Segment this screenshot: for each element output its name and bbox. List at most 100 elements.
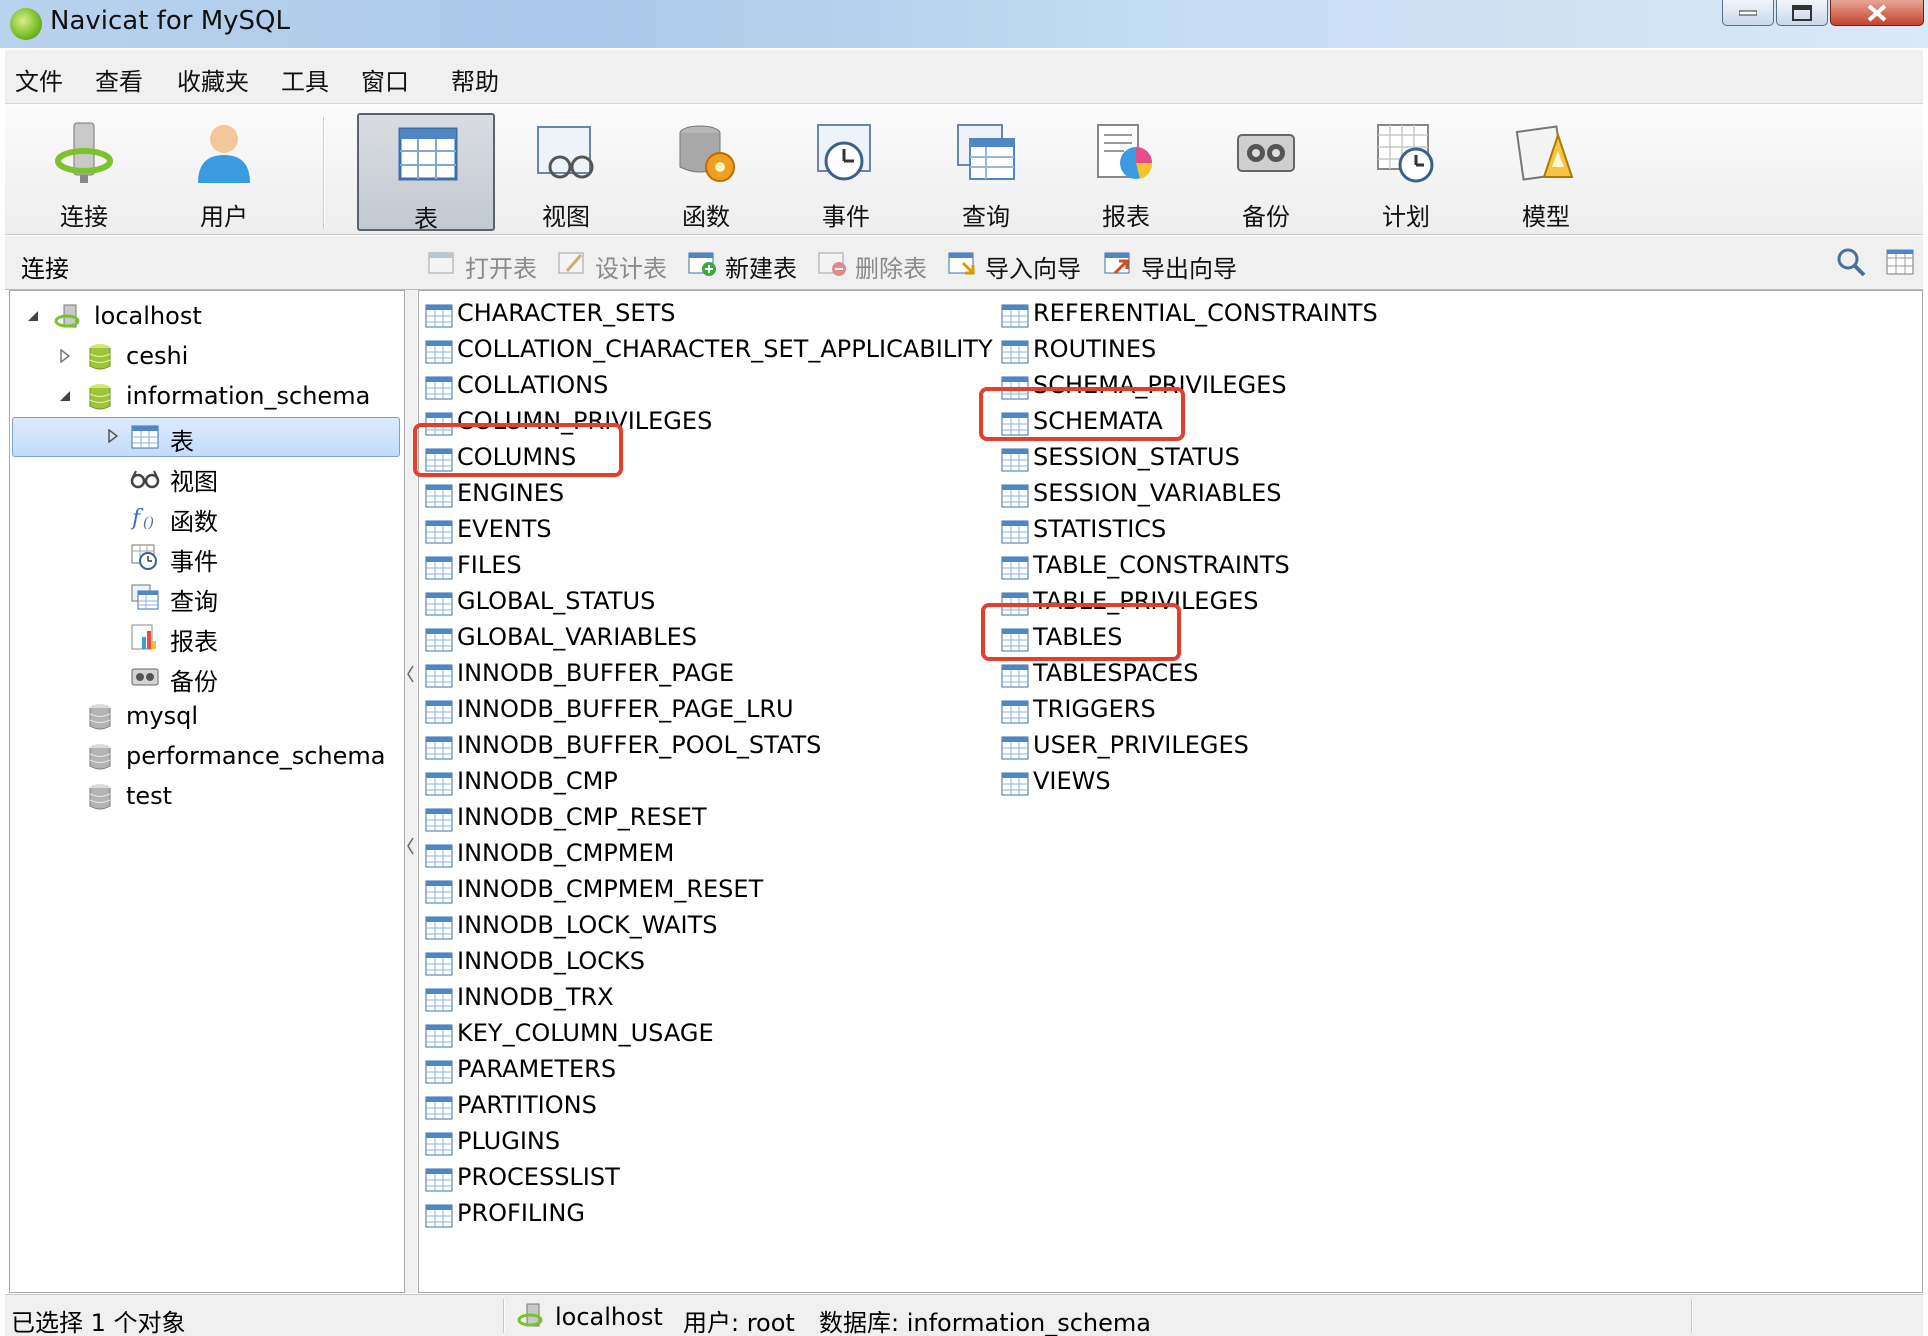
- export-icon: [1104, 252, 1130, 275]
- tree-node-ceshi[interactable]: ceshi: [10, 337, 404, 377]
- table-item-innodb-cmp[interactable]: INNODB_CMP: [421, 767, 618, 801]
- table-item-partitions[interactable]: PARTITIONS: [421, 1091, 597, 1125]
- tree-node-views[interactable]: 视图: [10, 457, 404, 497]
- table-item-collation-character-set-applicability[interactable]: COLLATION_CHARACTER_SET_APPLICABILITY: [421, 335, 993, 369]
- tree-label-events: 事件: [170, 548, 218, 576]
- table-item-routines[interactable]: ROUTINES: [997, 335, 1156, 369]
- table-item-innodb-lock-waits[interactable]: INNODB_LOCK_WAITS: [421, 911, 718, 945]
- table-item-innodb-cmpmem[interactable]: INNODB_CMPMEM: [421, 839, 674, 873]
- expanded-triangle-icon[interactable]: [26, 309, 40, 323]
- delete-table-button[interactable]: 删除表: [817, 249, 927, 283]
- table-item-processlist[interactable]: PROCESSLIST: [421, 1163, 620, 1197]
- connect-button[interactable]: 连接: [15, 113, 153, 231]
- close-button[interactable]: [1830, 0, 1924, 26]
- tree-node-backups[interactable]: 备份: [10, 657, 404, 697]
- expanded-triangle-icon[interactable]: [58, 389, 72, 403]
- tree-node-events[interactable]: 事件: [10, 537, 404, 577]
- table-item-session-variables[interactable]: SESSION_VARIABLES: [997, 479, 1282, 513]
- table-item-events[interactable]: EVENTS: [421, 515, 552, 549]
- design-table-button[interactable]: 设计表: [557, 249, 667, 283]
- query-button[interactable]: 查询: [917, 113, 1055, 231]
- table-item-key-column-usage[interactable]: KEY_COLUMN_USAGE: [421, 1019, 714, 1053]
- table-icon: [1001, 520, 1029, 544]
- search-icon[interactable]: [1835, 246, 1867, 278]
- table-item-engines[interactable]: ENGINES: [421, 479, 564, 513]
- new-table-button[interactable]: 新建表: [687, 249, 797, 283]
- table-button[interactable]: 表: [357, 113, 495, 233]
- table-item-table-constraints[interactable]: TABLE_CONSTRAINTS: [997, 551, 1290, 585]
- backup-button[interactable]: 备份: [1197, 113, 1335, 231]
- tree-node-functions[interactable]: f() 函数: [10, 497, 404, 537]
- table-item-triggers[interactable]: TRIGGERS: [997, 695, 1156, 729]
- table-item-profiling[interactable]: PROFILING: [421, 1199, 585, 1233]
- table-item-views[interactable]: VIEWS: [997, 767, 1111, 801]
- tree-node-performance-schema[interactable]: performance_schema: [10, 737, 404, 777]
- table-item-innodb-buffer-page-lru[interactable]: INNODB_BUFFER_PAGE_LRU: [421, 695, 794, 729]
- close-icon: [1867, 3, 1887, 22]
- table-item-innodb-locks[interactable]: INNODB_LOCKS: [421, 947, 645, 981]
- view-button[interactable]: 视图: [497, 113, 635, 231]
- minimize-button[interactable]: [1722, 0, 1774, 26]
- table-item-character-sets[interactable]: CHARACTER_SETS: [421, 299, 675, 333]
- toolbar-separator: [323, 117, 325, 229]
- table-icon: [425, 952, 453, 976]
- function-button[interactable]: 函数: [637, 113, 775, 231]
- table-item-parameters[interactable]: PARAMETERS: [421, 1055, 616, 1089]
- collapsed-triangle-icon[interactable]: [106, 429, 120, 443]
- table-item-tablespaces[interactable]: TABLESPACES: [997, 659, 1199, 693]
- table-item-innodb-cmpmem-reset[interactable]: INNODB_CMPMEM_RESET: [421, 875, 763, 909]
- event-button[interactable]: 事件: [777, 113, 915, 231]
- table-item-statistics[interactable]: STATISTICS: [997, 515, 1166, 549]
- view-mode-grid-icon[interactable]: [1885, 246, 1917, 278]
- connection-icon: [55, 122, 113, 183]
- user-button[interactable]: 用户: [155, 113, 293, 231]
- open-table-button[interactable]: 打开表: [427, 249, 537, 283]
- table-icon: [1001, 304, 1029, 328]
- title-bar: Navicat for MySQL: [0, 0, 1928, 48]
- tree-node-mysql[interactable]: mysql: [10, 697, 404, 737]
- menu-favorites[interactable]: 收藏夹: [177, 62, 249, 97]
- table-item-collations[interactable]: COLLATIONS: [421, 371, 608, 405]
- table-item-user-privileges[interactable]: USER_PRIVILEGES: [997, 731, 1249, 765]
- table-item-innodb-trx[interactable]: INNODB_TRX: [421, 983, 614, 1017]
- tree-label-performance-schema: performance_schema: [126, 742, 386, 770]
- table-item-label: INNODB_CMPMEM_RESET: [457, 875, 764, 903]
- report-button[interactable]: 报表: [1057, 113, 1195, 231]
- import-wizard-button[interactable]: 导入向导: [947, 249, 1081, 283]
- tree-node-queries[interactable]: 查询: [10, 577, 404, 617]
- table-item-session-status[interactable]: SESSION_STATUS: [997, 443, 1240, 477]
- import-icon: [948, 252, 975, 275]
- table-item-innodb-buffer-page[interactable]: INNODB_BUFFER_PAGE: [421, 659, 734, 693]
- table-item-global-variables[interactable]: GLOBAL_VARIABLES: [421, 623, 697, 657]
- menu-view[interactable]: 查看: [95, 62, 143, 97]
- export-wizard-button[interactable]: 导出向导: [1103, 249, 1237, 283]
- tree-node-test[interactable]: test: [10, 777, 404, 817]
- collapse-arrow-icon[interactable]: [407, 836, 414, 856]
- table-icon: [425, 340, 453, 364]
- collapsed-triangle-icon[interactable]: [58, 349, 72, 363]
- table-item-files[interactable]: FILES: [421, 551, 522, 585]
- menu-tools[interactable]: 工具: [281, 62, 329, 97]
- model-button[interactable]: 模型: [1477, 113, 1615, 231]
- tree-node-information-schema[interactable]: information_schema: [10, 377, 404, 417]
- table-item-label: TABLE_CONSTRAINTS: [1033, 551, 1290, 579]
- table-item-innodb-cmp-reset[interactable]: INNODB_CMP_RESET: [421, 803, 707, 837]
- schedule-label: 计划: [1382, 203, 1430, 231]
- schedule-button[interactable]: 计划: [1337, 113, 1475, 231]
- table-item-global-status[interactable]: GLOBAL_STATUS: [421, 587, 655, 621]
- table-item-label: PLUGINS: [457, 1127, 561, 1155]
- table-item-plugins[interactable]: PLUGINS: [421, 1127, 560, 1161]
- table-item-referential-constraints[interactable]: REFERENTIAL_CONSTRAINTS: [997, 299, 1378, 333]
- tree-node-reports[interactable]: 报表: [10, 617, 404, 657]
- maximize-button[interactable]: [1776, 0, 1828, 26]
- tree-node-tables[interactable]: 表: [10, 417, 404, 457]
- table-item-label: COLLATION_CHARACTER_SET_APPLICABILITY: [457, 335, 993, 363]
- maximize-icon: [1792, 4, 1812, 21]
- menu-window[interactable]: 窗口: [361, 62, 409, 97]
- table-item-innodb-buffer-pool-stats[interactable]: INNODB_BUFFER_POOL_STATS: [421, 731, 821, 765]
- collapse-arrow-icon[interactable]: [407, 664, 414, 684]
- menu-file[interactable]: 文件: [15, 62, 63, 97]
- menu-help[interactable]: 帮助: [451, 62, 499, 97]
- tree-node-localhost[interactable]: localhost: [10, 297, 404, 337]
- database-icon: [89, 384, 111, 410]
